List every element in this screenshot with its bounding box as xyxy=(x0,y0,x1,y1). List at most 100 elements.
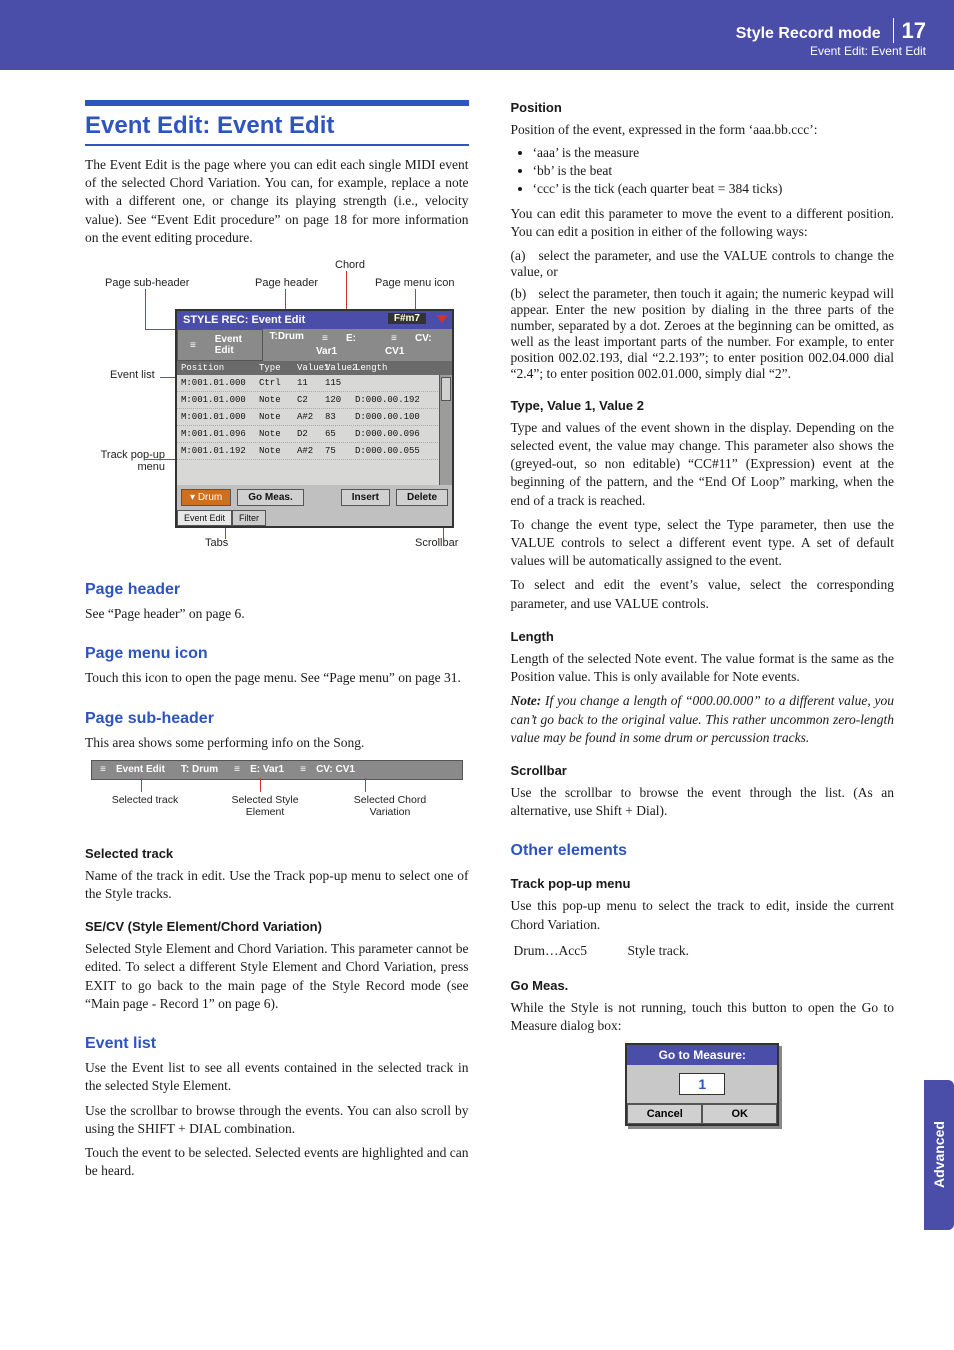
heading-other-elements: Other elements xyxy=(511,842,895,860)
heading-page-menu-icon: Page menu icon xyxy=(85,645,469,663)
hamburger-icon xyxy=(300,764,312,775)
tab-event-edit[interactable]: Event Edit xyxy=(177,510,232,526)
dialog-value[interactable]: 1 xyxy=(679,1073,725,1095)
strip-cv: CV: CV1 xyxy=(316,764,355,775)
text-selected-track: Name of the track in edit. Use the Track… xyxy=(85,867,469,903)
heading-event-list: Event list xyxy=(85,1035,469,1053)
right-column: Position Position of the event, expresse… xyxy=(511,100,895,1186)
list-header: Position Type Value1 Value2 Length xyxy=(177,361,452,375)
go-meas-button[interactable]: Go Meas. xyxy=(237,489,303,506)
left-column: Event Edit: Event Edit The Event Edit is… xyxy=(85,100,469,1186)
scrollbar[interactable] xyxy=(439,375,452,485)
event-rows[interactable]: M:001.01.000Ctrl11115M:001.01.000NoteC21… xyxy=(177,375,452,485)
heading-position: Position xyxy=(511,100,895,115)
heading-page-sub-header: Page sub-header xyxy=(85,710,469,728)
text-event-list-3: Touch the event to be selected. Selected… xyxy=(85,1144,469,1180)
text-event-list-2: Use the scrollbar to browse through the … xyxy=(85,1102,469,1138)
event-edit-screenshot: Chord Page sub-header Page header Page m… xyxy=(85,259,469,559)
label-selected-cv: Selected Chord Variation xyxy=(335,794,445,818)
label-page-header: Page header xyxy=(255,277,318,289)
position-bullet: ‘bb’ is the beat xyxy=(533,163,895,179)
event-row[interactable]: M:001.01.192NoteA#275D:000.00.055 xyxy=(177,443,452,460)
strip-e: E: Var1 xyxy=(250,764,284,775)
text-go-meas: While the Style is not running, touch th… xyxy=(511,999,895,1035)
sub-event-edit: Event Edit xyxy=(209,332,257,358)
device-title: STYLE REC: Event Edit xyxy=(183,314,305,326)
label-chord: Chord xyxy=(335,259,365,271)
label-page-sub-header: Page sub-header xyxy=(105,277,189,289)
text-position-2: You can edit this parameter to move the … xyxy=(511,205,895,241)
section-title: Event Edit: Event Edit xyxy=(85,100,469,146)
device-title-bar: STYLE REC: Event Edit F#m7 xyxy=(177,311,452,329)
track-range-key: Drum…Acc5 xyxy=(513,942,625,960)
event-row[interactable]: M:001.01.000NoteA#283D:000.00.100 xyxy=(177,409,452,426)
heading-type-values: Type, Value 1, Value 2 xyxy=(511,398,895,413)
hamburger-icon xyxy=(100,764,112,775)
intro-paragraph: The Event Edit is the page where you can… xyxy=(85,156,469,247)
dialog-cancel-button[interactable]: Cancel xyxy=(627,1104,702,1124)
text-length-note: Note: If you change a length of “000.00.… xyxy=(511,692,895,747)
position-bullet: ‘ccc’ is the tick (each quarter beat = 3… xyxy=(533,181,895,197)
text-scrollbar: Use the scrollbar to browse the event th… xyxy=(511,784,895,820)
text-tvv-3: To select and edit the event’s value, se… xyxy=(511,576,895,612)
position-bullets: ‘aaa’ is the measure ‘bb’ is the beat ‘ccc… xyxy=(533,145,895,197)
page-number: 17 xyxy=(893,18,926,43)
position-option-b: (b)select the parameter, then touch it a… xyxy=(511,286,895,382)
page-menu-icon[interactable] xyxy=(436,315,448,323)
text-track-popup: Use this pop-up menu to select the track… xyxy=(511,897,895,933)
heading-length: Length xyxy=(511,629,895,644)
text-page-menu-icon: Touch this icon to open the page menu. S… xyxy=(85,669,469,687)
event-row[interactable]: M:001.01.096NoteD265D:000.00.096 xyxy=(177,426,452,443)
text-secv: Selected Style Element and Chord Variati… xyxy=(85,940,469,1013)
track-range-table: Drum…Acc5 Style track. xyxy=(511,940,692,962)
header-title: Style Record mode xyxy=(736,25,881,42)
event-row[interactable]: M:001.01.000NoteC2120D:000.00.192 xyxy=(177,392,452,409)
text-tvv-1: Type and values of the event shown in th… xyxy=(511,419,895,510)
col-position: Position xyxy=(181,363,259,373)
track-range-value: Style track. xyxy=(627,942,690,960)
device-sub-header: Event Edit T:Drum E: Var1 CV: CV1 xyxy=(177,329,452,361)
event-row[interactable]: M:001.01.000Ctrl11115 xyxy=(177,375,452,392)
header-subtitle: Event Edit: Event Edit xyxy=(736,44,926,58)
label-selected-se: Selected Style Element xyxy=(215,794,315,818)
text-tvv-2: To change the event type, select the Typ… xyxy=(511,516,895,571)
side-tab-advanced[interactable]: Advanced xyxy=(924,1080,954,1230)
delete-button[interactable]: Delete xyxy=(396,489,448,506)
heading-go-meas: Go Meas. xyxy=(511,978,895,993)
page-header-band: Style Record mode 17 Event Edit: Event E… xyxy=(0,0,954,70)
sub-header-figure: Event Edit T: Drum E: Var1 CV: CV1 Selec… xyxy=(85,760,469,830)
col-value1: Value1 xyxy=(297,363,325,373)
col-length: Length xyxy=(355,363,430,373)
go-to-measure-dialog: Go to Measure: 1 Cancel OK xyxy=(625,1043,779,1126)
track-popup-menu[interactable]: ▾ Drum xyxy=(181,489,231,506)
label-scrollbar: Scrollbar xyxy=(415,537,458,549)
text-page-header: See “Page header” on page 6. xyxy=(85,605,469,623)
heading-track-popup: Track pop-up menu xyxy=(511,876,895,891)
position-option-a: (a)select the parameter, and use the VAL… xyxy=(511,248,895,280)
label-event-list: Event list xyxy=(110,369,155,381)
position-bullet: ‘aaa’ is the measure xyxy=(533,145,895,161)
device-screen: STYLE REC: Event Edit F#m7 Event Edit T:… xyxy=(175,309,454,528)
hamburger-icon xyxy=(234,764,246,775)
insert-button[interactable]: Insert xyxy=(341,489,390,506)
chord-badge: F#m7 xyxy=(388,313,426,324)
text-length-1: Length of the selected Note event. The v… xyxy=(511,650,895,686)
text-position-lead: Position of the event, expressed in the … xyxy=(511,121,895,139)
strip-event-edit: Event Edit xyxy=(116,764,165,775)
col-type: Type xyxy=(259,363,297,373)
label-selected-track: Selected track xyxy=(105,794,185,806)
dialog-title: Go to Measure: xyxy=(627,1045,777,1065)
col-value2: Value2 xyxy=(325,363,355,373)
label-page-menu-icon: Page menu icon xyxy=(375,277,455,289)
heading-selected-track: Selected track xyxy=(85,846,469,861)
sub-track: T:Drum xyxy=(263,329,309,361)
strip-track: T: Drum xyxy=(173,764,226,775)
heading-secv: SE/CV (Style Element/Chord Variation) xyxy=(85,919,469,934)
tab-filter[interactable]: Filter xyxy=(232,510,266,526)
heading-scrollbar: Scrollbar xyxy=(511,763,895,778)
text-page-sub-header: This area shows some performing info on … xyxy=(85,734,469,752)
label-track-popup: Track pop-up menu xyxy=(85,449,165,473)
scroll-thumb[interactable] xyxy=(441,377,451,401)
hamburger-icon xyxy=(184,338,205,353)
dialog-ok-button[interactable]: OK xyxy=(702,1104,777,1124)
